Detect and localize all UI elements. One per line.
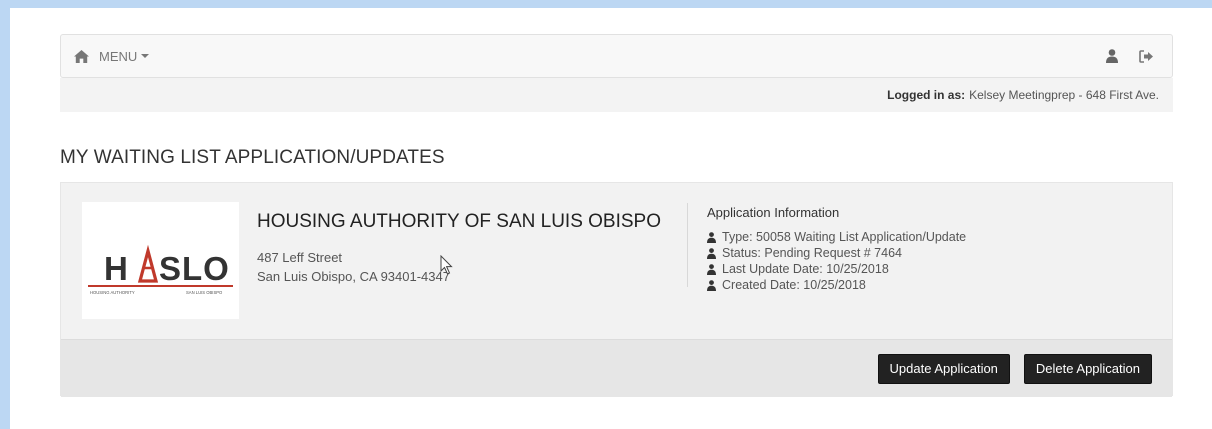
delete-application-button[interactable]: Delete Application (1023, 353, 1152, 384)
logo-wordmark-slo: SLO (159, 250, 230, 287)
user-icon[interactable] (1104, 48, 1120, 64)
logo-left-caption: HOUSING AUTHORITY (90, 290, 135, 295)
application-card: H SLO HOUSING AUTHORITY SAN LUIS OBISPO … (60, 182, 1173, 397)
sign-out-icon[interactable] (1138, 48, 1154, 64)
address-line-2: San Luis Obispo, CA 93401-4347 (257, 269, 450, 284)
logged-in-label: Logged in as: (887, 88, 966, 102)
address-line-1: 487 Leff Street (257, 250, 343, 265)
mouse-cursor-icon (440, 255, 453, 275)
haslo-logo-mark: H SLO (88, 244, 233, 287)
application-info: Application Information Type: 50058 Wait… (707, 205, 966, 293)
navbar-right-icons (1104, 48, 1154, 64)
info-created: Created Date: 10/25/2018 (722, 278, 866, 292)
user-icon (707, 231, 716, 243)
org-name: HOUSING AUTHORITY OF SAN LUIS OBISPO (257, 211, 662, 232)
menu-dropdown[interactable]: MENU (99, 35, 150, 77)
application-card-footer: Update Application Delete Application (61, 339, 1172, 397)
logo-triangle-a (137, 244, 159, 283)
menu-label: MENU (99, 48, 138, 64)
vertical-divider (687, 203, 688, 287)
logged-in-user: Kelsey Meetingprep - 648 First Ave. (969, 88, 1159, 102)
user-icon (707, 247, 716, 259)
application-card-body: H SLO HOUSING AUTHORITY SAN LUIS OBISPO … (61, 183, 1172, 339)
info-row-type: Type: 50058 Waiting List Application/Upd… (707, 229, 966, 245)
chevron-down-icon (141, 54, 150, 58)
home-icon[interactable] (69, 35, 93, 77)
logo-wordmark-h: H (104, 250, 129, 287)
info-row-status: Status: Pending Request # 7464 (707, 245, 966, 261)
info-status: Status: Pending Request # 7464 (722, 246, 902, 260)
info-row-last-update: Last Update Date: 10/25/2018 (707, 261, 966, 277)
user-icon (707, 263, 716, 275)
user-icon (707, 279, 716, 291)
info-type: Type: 50058 Waiting List Application/Upd… (722, 230, 967, 244)
info-last-update: Last Update Date: 10/25/2018 (722, 262, 889, 276)
logged-in-bar: Logged in as: Kelsey Meetingprep - 648 F… (60, 78, 1173, 112)
update-application-button[interactable]: Update Application (877, 353, 1010, 384)
application-info-title: Application Information (707, 205, 840, 220)
logo-right-caption: SAN LUIS OBISPO (186, 290, 223, 295)
page-title: MY WAITING LIST APPLICATION/UPDATES (60, 147, 445, 168)
info-row-created: Created Date: 10/25/2018 (707, 277, 966, 293)
haslo-logo: H SLO HOUSING AUTHORITY SAN LUIS OBISPO (82, 202, 239, 319)
top-navbar: MENU (60, 34, 1173, 78)
